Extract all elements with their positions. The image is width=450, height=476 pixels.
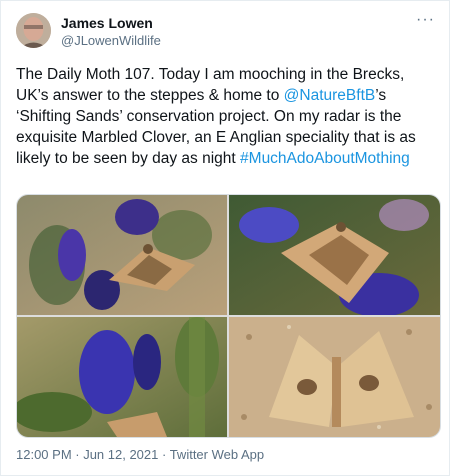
- author-handle[interactable]: @JLowenWildlife: [61, 33, 161, 48]
- mention-link[interactable]: @NatureBftB: [284, 87, 376, 104]
- author-name[interactable]: James Lowen: [61, 15, 153, 31]
- photo-2[interactable]: [229, 195, 440, 315]
- tweet-meta: 12:00 PM · Jun 12, 2021 · Twitter Web Ap…: [16, 447, 264, 462]
- tweet-card: James Lowen @JLowenWildlife ··· The Dail…: [0, 0, 450, 476]
- photo-4[interactable]: [229, 317, 440, 437]
- moth-on-viper-bugloss-photo: [17, 195, 227, 315]
- photo-grid: [16, 194, 441, 438]
- hashtag-link[interactable]: #MuchAdoAboutMothing: [240, 150, 410, 167]
- client-link[interactable]: Twitter Web App: [170, 447, 264, 462]
- tweet-text: The Daily Moth 107. Today I am mooching …: [16, 64, 436, 169]
- more-options-icon[interactable]: ···: [416, 11, 435, 29]
- avatar[interactable]: [16, 13, 51, 48]
- moth-on-sand-photo: [229, 317, 440, 437]
- photo-1[interactable]: [17, 195, 227, 315]
- timestamp[interactable]: 12:00 PM · Jun 12, 2021 ·: [16, 447, 170, 462]
- moth-on-viper-bugloss-photo: [229, 195, 440, 315]
- moth-on-viper-bugloss-photo: [17, 317, 227, 437]
- photo-3[interactable]: [17, 317, 227, 437]
